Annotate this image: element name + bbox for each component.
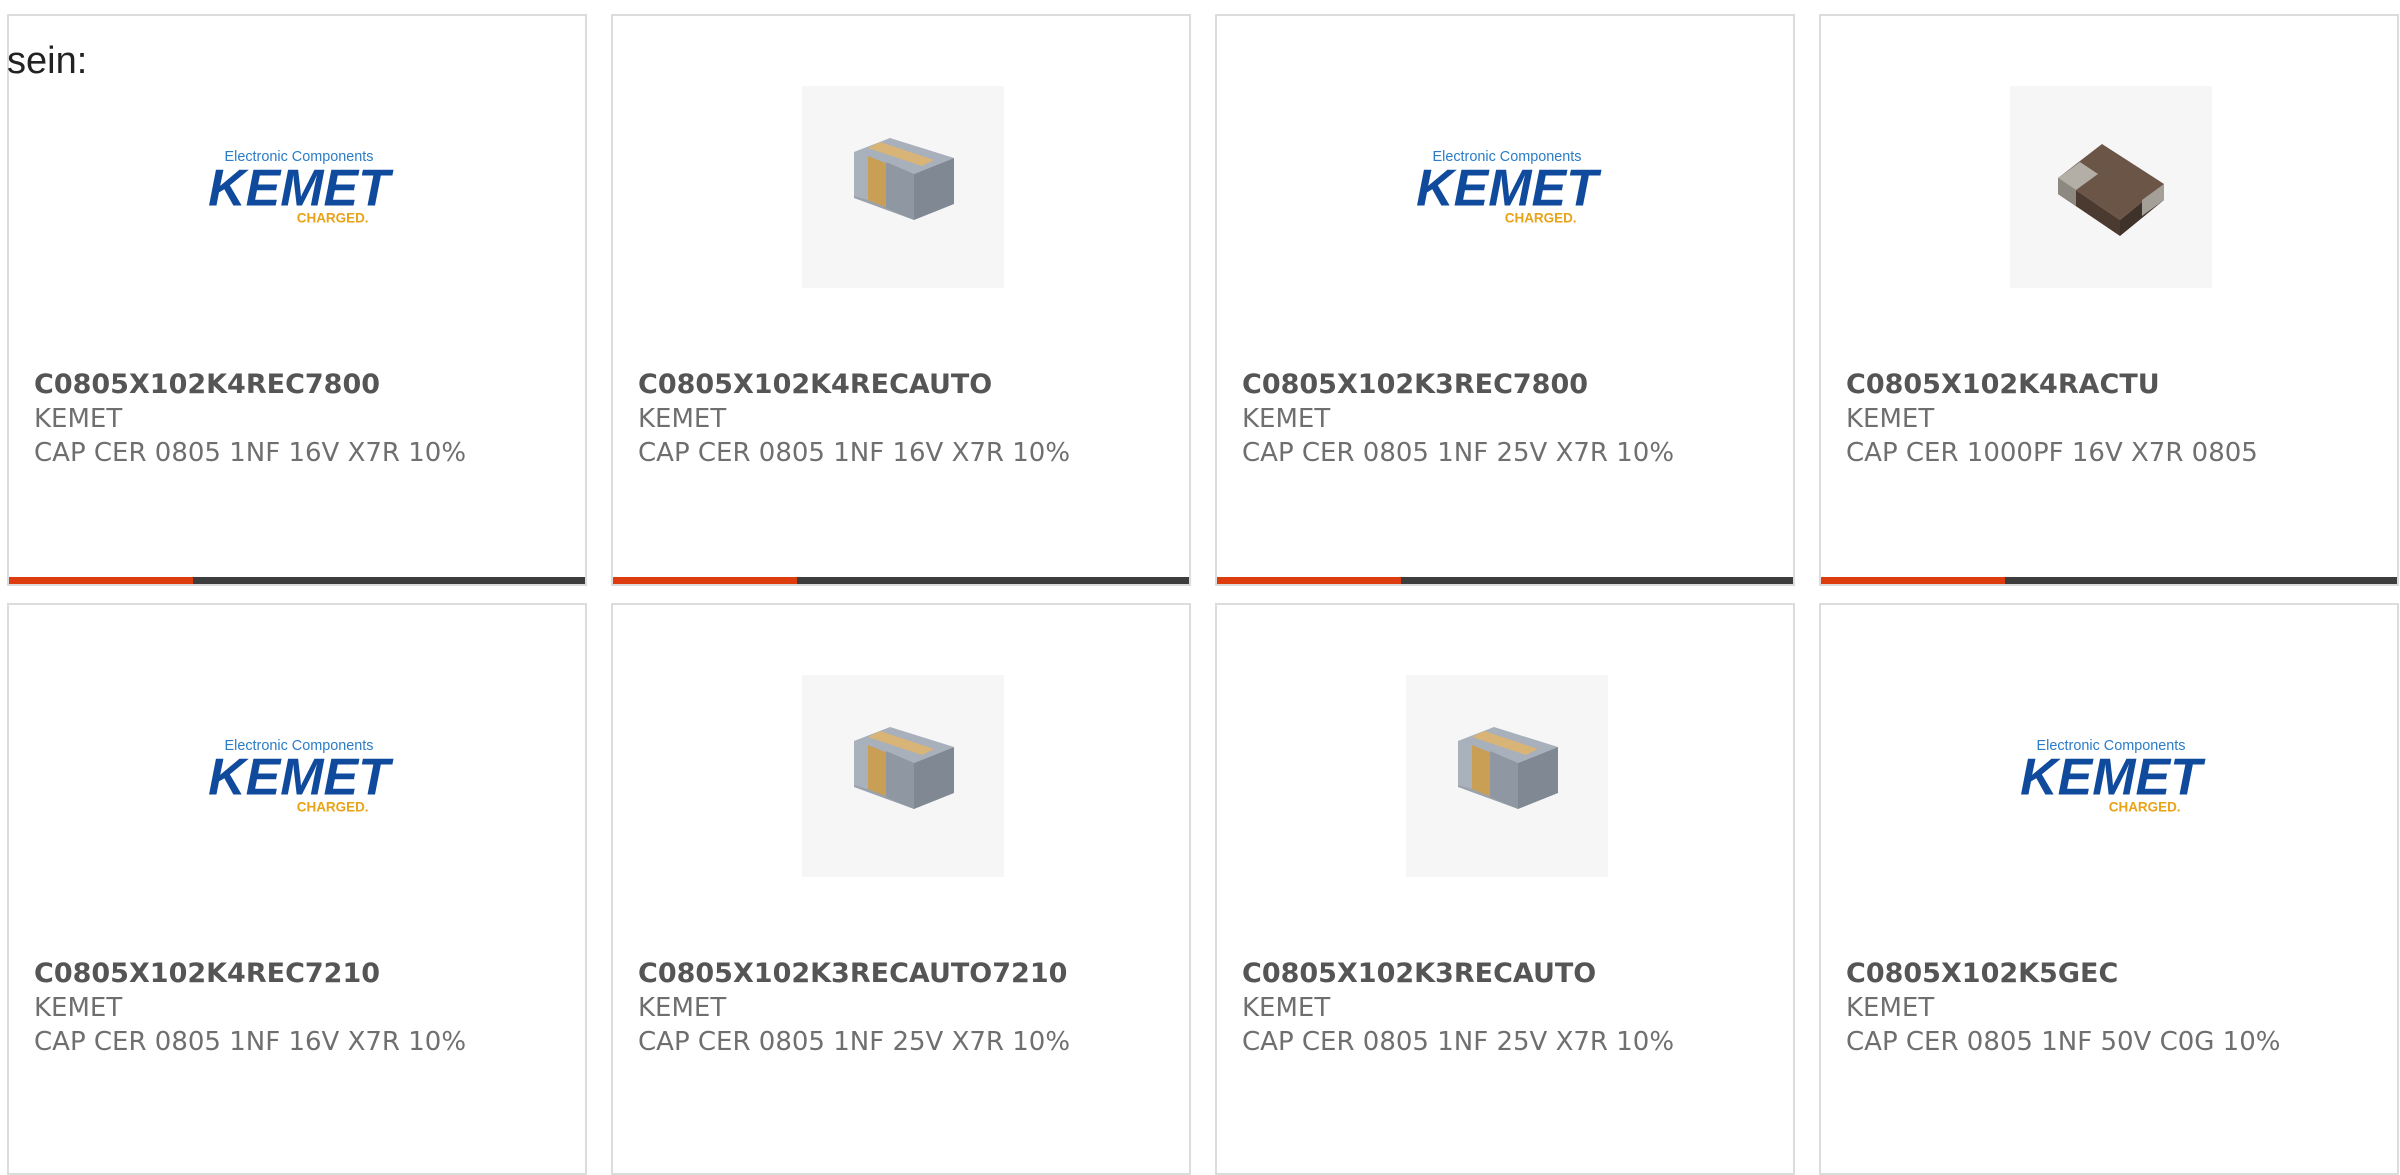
kemet-logo-wordmark: KEMET <box>208 748 394 806</box>
manufacturer-name: KEMET <box>638 404 727 434</box>
kemet-logo-slogan: CHARGED. <box>1505 211 1577 226</box>
product-image: Electronic Components KEMET CHARGED. <box>2010 675 2212 877</box>
kemet-logo: Electronic ComponentsKEMETCHARGED. <box>1416 149 1602 226</box>
manufacturer-name: KEMET <box>34 993 123 1023</box>
manufacturer-name: KEMET <box>1242 993 1331 1023</box>
progress-bar-fill <box>9 577 194 584</box>
kemet-logo: Electronic ComponentsKEMETCHARGED. <box>208 149 394 226</box>
part-number: C0805X102K3RECAUTO7210 <box>638 958 1068 989</box>
part-number: C0805X102K3RECAUTO <box>1242 958 1597 989</box>
progress-bar <box>613 577 1189 584</box>
product-description: CAP CER 0805 1NF 25V X7R 10% <box>1242 1027 1675 1057</box>
kemet-logo-wordmark: KEMET <box>208 159 394 217</box>
kemet-logo-slogan: CHARGED. <box>297 800 369 815</box>
capacitor-chip-icon <box>802 86 1004 288</box>
progress-bar-fill <box>1217 577 1402 584</box>
progress-bar <box>1217 577 1793 584</box>
part-number: C0805X102K4RECAUTO <box>638 369 993 400</box>
product-image <box>802 675 1004 877</box>
progress-bar-fill <box>613 577 798 584</box>
kemet-logo: Electronic ComponentsKEMETCHARGED. <box>2020 738 2206 815</box>
product-description: CAP CER 0805 1NF 16V X7R 10% <box>34 1027 467 1057</box>
manufacturer-name: KEMET <box>1846 993 1935 1023</box>
capacitor-chip-icon <box>802 675 1004 877</box>
product-card[interactable]: Electronic Components KEMET CHARGED. C0805… <box>7 603 587 1175</box>
product-card[interactable]: Electronic Components KEMET CHARGED. C0805… <box>7 14 587 586</box>
kemet-logo-wordmark: KEMET <box>1416 159 1602 217</box>
manufacturer-name: KEMET <box>638 993 727 1023</box>
kemet-logo-wordmark: KEMET <box>2020 748 2206 806</box>
manufacturer-name: KEMET <box>1846 404 1935 434</box>
part-number: C0805X102K4RACTU <box>1846 369 2160 400</box>
intro-text: sein: <box>7 40 88 82</box>
product-description: CAP CER 0805 1NF 16V X7R 10% <box>34 438 467 468</box>
part-number: C0805X102K4REC7800 <box>34 369 381 400</box>
manufacturer-name: KEMET <box>1242 404 1331 434</box>
product-image <box>1406 675 1608 877</box>
product-description: CAP CER 1000PF 16V X7R 0805 <box>1846 438 2258 468</box>
product-description: CAP CER 0805 1NF 25V X7R 10% <box>1242 438 1675 468</box>
product-card[interactable]: C0805X102K3RECAUTO7210 KEMET CAP CER 080… <box>611 603 1191 1175</box>
kemet-logo: Electronic ComponentsKEMETCHARGED. <box>208 738 394 815</box>
product-card[interactable]: C0805X102K4RECAUTO KEMET CAP CER 0805 1N… <box>611 14 1191 586</box>
part-number: C0805X102K5GEC <box>1846 958 2119 989</box>
product-image: Electronic Components KEMET CHARGED. <box>1406 86 1608 288</box>
product-image: Electronic Components KEMET CHARGED. <box>198 86 400 288</box>
manufacturer-name: KEMET <box>34 404 123 434</box>
progress-bar-fill <box>1821 577 2006 584</box>
product-image <box>2010 86 2212 288</box>
capacitor-chip-icon <box>1406 675 1608 877</box>
product-description: CAP CER 0805 1NF 50V C0G 10% <box>1846 1027 2281 1057</box>
progress-bar <box>9 577 585 584</box>
product-image <box>802 86 1004 288</box>
product-image: Electronic Components KEMET CHARGED. <box>198 675 400 877</box>
product-card[interactable]: C0805X102K3RECAUTO KEMET CAP CER 0805 1N… <box>1215 603 1795 1175</box>
part-number: C0805X102K4REC7210 <box>34 958 381 989</box>
kemet-logo-slogan: CHARGED. <box>2109 800 2181 815</box>
kemet-logo-slogan: CHARGED. <box>297 211 369 226</box>
product-description: CAP CER 0805 1NF 16V X7R 10% <box>638 438 1071 468</box>
product-card[interactable]: Electronic Components KEMET CHARGED. C0805… <box>1819 603 2399 1175</box>
product-card[interactable]: C0805X102K4RACTU KEMET CAP CER 1000PF 16… <box>1819 14 2399 586</box>
capacitor-chip-icon <box>2010 86 2212 288</box>
product-description: CAP CER 0805 1NF 25V X7R 10% <box>638 1027 1071 1057</box>
product-card[interactable]: Electronic Components KEMET CHARGED. C0805… <box>1215 14 1795 586</box>
progress-bar <box>1821 577 2397 584</box>
part-number: C0805X102K3REC7800 <box>1242 369 1589 400</box>
